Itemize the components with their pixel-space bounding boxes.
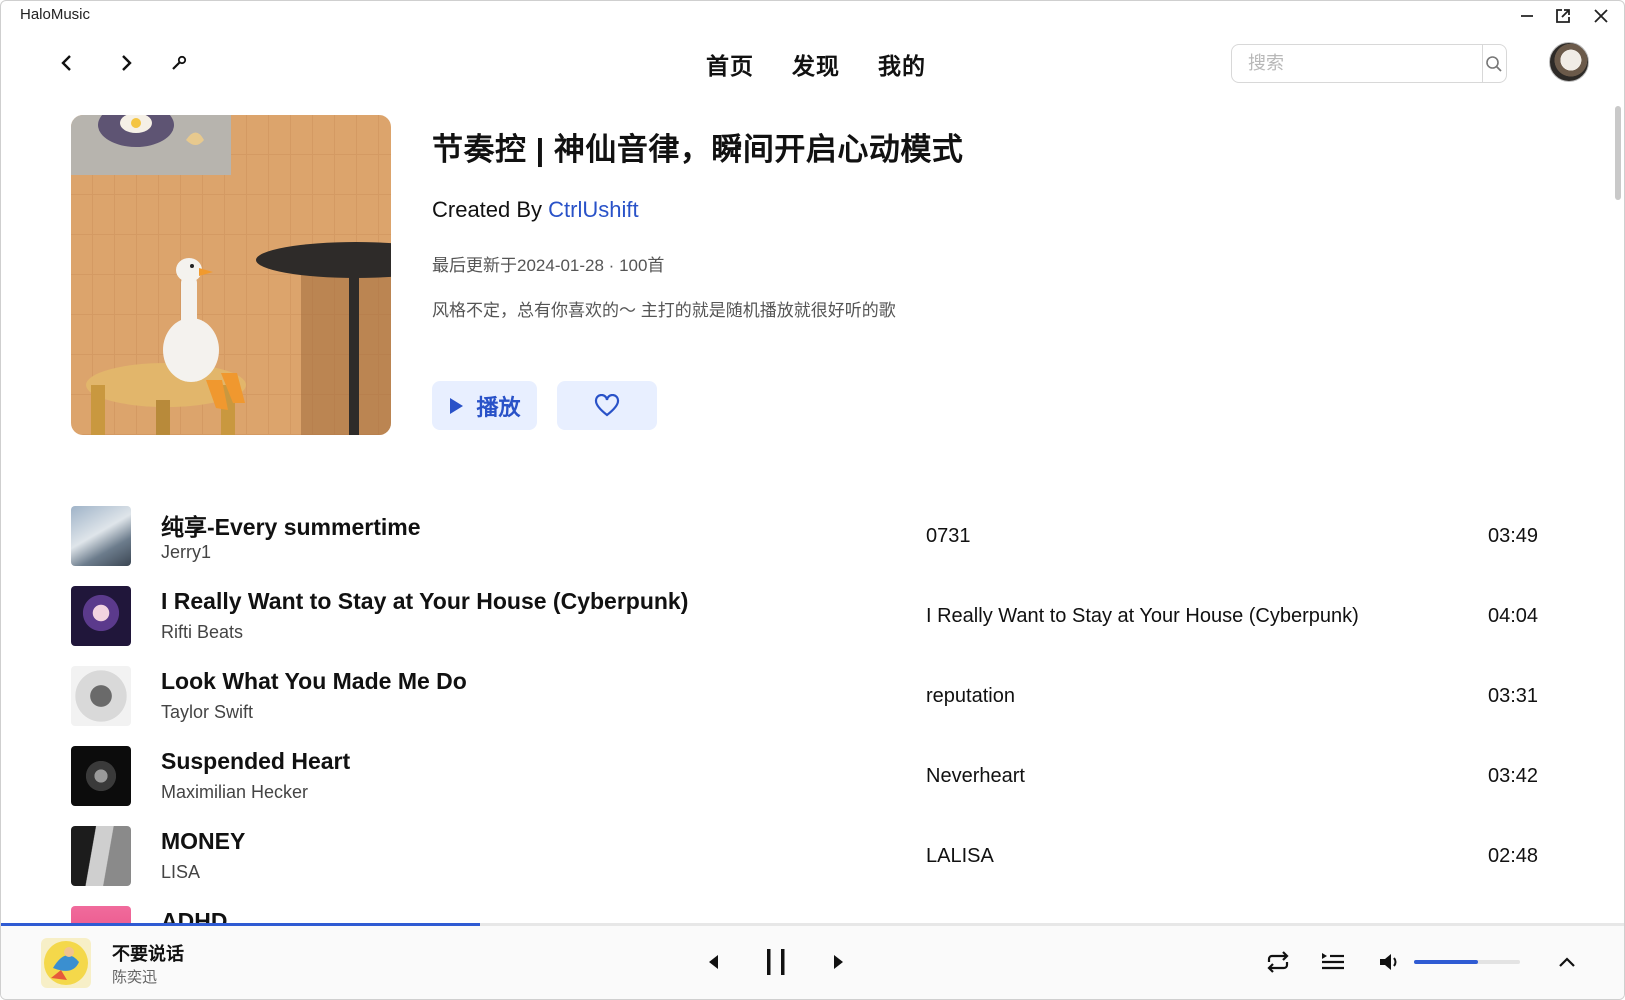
playlist-description: 风格不定，总有你喜欢的～ 主打的就是随机播放就很好听的歌 <box>432 301 896 320</box>
track-thumbnail <box>71 666 131 726</box>
play-icon <box>450 397 464 414</box>
track-thumbnail <box>71 746 131 806</box>
created-by-label: Created By <box>432 197 549 222</box>
track-row[interactable]: I Really Want to Stay at Your House (Cyb… <box>1 580 1581 660</box>
pause-icon <box>767 949 785 975</box>
track-artist[interactable]: Jerry1 <box>161 542 211 563</box>
previous-icon <box>709 955 718 969</box>
wrench-icon <box>172 55 187 70</box>
track-album[interactable]: I Really Want to Stay at Your House (Cyb… <box>926 605 1359 628</box>
pause-button[interactable] <box>756 943 796 981</box>
track-album[interactable]: reputation <box>926 685 1015 708</box>
track-artist[interactable]: Taylor Swift <box>161 702 253 723</box>
track-duration: 04:04 <box>1488 605 1539 627</box>
creator-link[interactable]: CtrlUshift <box>548 197 638 222</box>
track-duration: 03:49 <box>1488 525 1539 547</box>
close-icon <box>1594 9 1608 23</box>
search-box <box>1231 44 1507 83</box>
minimize-icon <box>1521 15 1533 17</box>
search-icon <box>1486 55 1502 72</box>
tab-mine[interactable]: 我的 <box>878 47 926 81</box>
track-row[interactable]: MONEY LISA LALISA 02:48 <box>1 820 1581 900</box>
app-window: HaloMusic 首页 发现 我的 搜索 节奏控 | 神仙音律，瞬间开启心动模… <box>0 0 1625 1000</box>
playlist-creator: Created By CtrlUshift <box>432 197 639 223</box>
search-button[interactable] <box>1483 45 1506 82</box>
settings-button[interactable] <box>165 49 193 77</box>
title-bar: HaloMusic <box>1 1 1624 31</box>
cover-image <box>71 115 391 435</box>
now-playing-cover-image <box>41 938 91 988</box>
popout-button[interactable] <box>1549 5 1577 27</box>
track-duration: 03:42 <box>1488 765 1539 787</box>
repeat-button[interactable] <box>1262 946 1294 978</box>
external-window-icon <box>1556 9 1570 23</box>
track-row[interactable]: ADHD <box>1 900 1581 925</box>
previous-button[interactable] <box>698 947 728 977</box>
tab-home[interactable]: 首页 <box>706 47 754 81</box>
user-avatar[interactable] <box>1549 42 1589 82</box>
next-button[interactable] <box>824 947 854 977</box>
track-thumbnail <box>71 586 131 646</box>
now-playing-artist[interactable]: 陈奕迅 <box>112 966 157 987</box>
track-list: 纯享-Every summertime Jerry1 0731 03:49 I … <box>1 500 1624 925</box>
top-nav: 首页 发现 我的 <box>1 37 1624 89</box>
track-duration: 03:31 <box>1488 685 1539 707</box>
play-all-label: 播放 <box>476 394 521 420</box>
back-button[interactable] <box>53 49 81 77</box>
forward-button[interactable] <box>112 49 140 77</box>
queue-icon <box>1322 953 1344 970</box>
search-input[interactable] <box>1246 46 1482 81</box>
next-icon <box>834 955 843 969</box>
track-album[interactable]: LALISA <box>926 845 994 868</box>
track-row[interactable]: 纯享-Every summertime Jerry1 0731 03:49 <box>1 500 1581 580</box>
player-bar: 不要说话 陈奕迅 <box>1 926 1624 999</box>
like-playlist-button[interactable] <box>557 381 657 430</box>
track-artist[interactable]: Rifti Beats <box>161 622 243 643</box>
track-thumbnail <box>71 506 131 566</box>
tab-discover[interactable]: 发现 <box>792 47 840 81</box>
track-title: Suspended Heart <box>161 748 351 774</box>
repeat-icon <box>1267 951 1289 973</box>
play-all-button[interactable]: 播放 <box>432 381 537 430</box>
track-thumbnail <box>71 826 131 886</box>
main-tabs: 首页 发现 我的 <box>706 47 926 81</box>
track-row[interactable]: Suspended Heart Maximilian Hecker Neverh… <box>1 740 1581 820</box>
volume-slider-fill <box>1414 960 1478 964</box>
track-title: I Really Want to Stay at Your House (Cyb… <box>161 588 689 614</box>
close-button[interactable] <box>1587 5 1615 27</box>
minimize-button[interactable] <box>1513 5 1541 27</box>
track-artist[interactable]: Maximilian Hecker <box>161 782 308 803</box>
now-playing-cover[interactable] <box>41 938 91 988</box>
now-playing-title[interactable]: 不要说话 <box>112 940 184 966</box>
app-title: HaloMusic <box>20 6 91 23</box>
track-album[interactable]: 0731 <box>926 525 971 548</box>
track-artist[interactable]: LISA <box>161 862 200 883</box>
track-album[interactable]: Neverheart <box>926 765 1025 788</box>
volume-button[interactable] <box>1373 946 1405 978</box>
playlist-queue-button[interactable] <box>1317 946 1349 978</box>
volume-slider[interactable] <box>1414 960 1520 964</box>
track-row[interactable]: Look What You Made Me Do Taylor Swift re… <box>1 660 1581 740</box>
track-title: Look What You Made Me Do <box>161 668 467 694</box>
track-title: MONEY <box>161 828 246 854</box>
scrollbar-thumb[interactable] <box>1615 106 1621 200</box>
track-title: 纯享-Every summertime <box>161 514 421 540</box>
playlist-cover <box>71 115 391 435</box>
heart-icon <box>594 393 620 416</box>
chevron-left-icon <box>61 55 71 71</box>
track-duration: 02:48 <box>1488 845 1539 867</box>
chevron-up-icon <box>1559 957 1575 967</box>
chevron-right-icon <box>122 55 132 71</box>
expand-player-button[interactable] <box>1551 946 1583 978</box>
volume-icon <box>1380 954 1397 970</box>
playlist-title: 节奏控 | 神仙音律，瞬间开启心动模式 <box>432 132 964 167</box>
playlist-meta: 最后更新于2024-01-28 · 100首 <box>432 256 665 275</box>
